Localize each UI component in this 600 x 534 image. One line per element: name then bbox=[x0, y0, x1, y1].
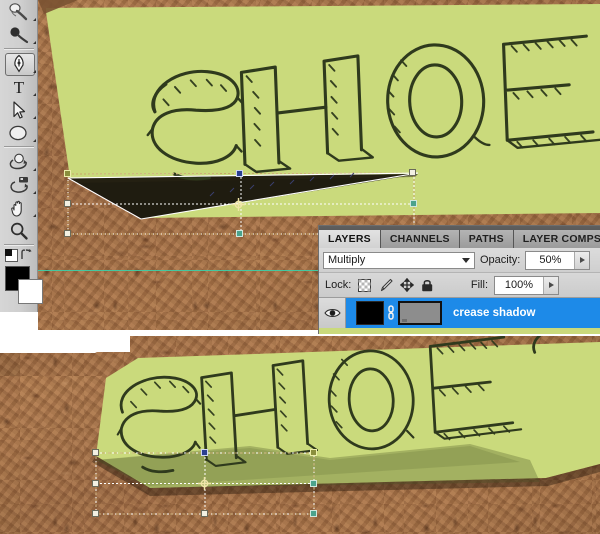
tool-3d-rotate-camera[interactable] bbox=[0, 173, 38, 196]
tool-flyout-triangle[interactable] bbox=[30, 214, 36, 217]
transform-corner-handle[interactable] bbox=[64, 230, 71, 237]
lock-label: Lock: bbox=[325, 279, 352, 291]
lock-all-icon[interactable] bbox=[420, 278, 435, 293]
tool-pen[interactable] bbox=[0, 52, 38, 76]
tool-flyout-triangle[interactable] bbox=[30, 139, 36, 142]
color-swatches[interactable] bbox=[0, 264, 43, 310]
lock-row[interactable]: Lock: Fill: 100% bbox=[319, 273, 600, 298]
transform-corner-handle[interactable] bbox=[64, 170, 71, 177]
tool-flyout-triangle[interactable] bbox=[30, 93, 36, 96]
transform-corner-handle[interactable] bbox=[310, 449, 317, 456]
tab-layer-comps[interactable]: LAYER COMPS bbox=[513, 230, 600, 248]
photoshop-screenshot: T LAYERS CHANNELS PATHS LAYER COMPS Mult… bbox=[0, 0, 600, 534]
transform-reference-point[interactable] bbox=[198, 477, 211, 490]
layer-visibility-toggle[interactable] bbox=[319, 298, 346, 328]
layers-panel[interactable]: LAYERS CHANNELS PATHS LAYER COMPS Multip… bbox=[318, 225, 600, 334]
lock-image-pixels-icon[interactable] bbox=[378, 278, 393, 293]
blend-mode-row[interactable]: Multiply Opacity: 50% bbox=[319, 248, 600, 273]
layer-name[interactable]: crease shadow bbox=[453, 307, 535, 319]
tool-type[interactable]: T bbox=[0, 75, 38, 98]
tool-flyout-triangle[interactable] bbox=[30, 116, 36, 119]
blend-mode-value: Multiply bbox=[328, 254, 366, 266]
tools-panel[interactable]: T bbox=[0, 0, 43, 331]
fill-field[interactable]: 100% bbox=[494, 275, 559, 295]
tool-3d-object-rotate[interactable] bbox=[0, 150, 38, 173]
transform-edge-handle[interactable] bbox=[201, 449, 208, 456]
toolbar-divider bbox=[3, 48, 34, 50]
layer-mask-thumbnail[interactable] bbox=[398, 301, 442, 325]
tool-flyout-triangle[interactable] bbox=[30, 41, 36, 44]
swap-colors-icon[interactable] bbox=[20, 248, 33, 261]
transform-corner-handle[interactable] bbox=[92, 449, 99, 456]
link-icon[interactable] bbox=[384, 302, 398, 324]
lock-transparent-pixels-icon[interactable] bbox=[357, 278, 372, 293]
transform-box-bottom[interactable] bbox=[0, 336, 600, 534]
transform-edge-handle[interactable] bbox=[92, 480, 99, 487]
layers-panel-bottom-edge bbox=[319, 328, 600, 334]
tool-blur[interactable] bbox=[0, 23, 38, 46]
tool-hand[interactable] bbox=[0, 196, 38, 219]
transform-edge-handle[interactable] bbox=[236, 170, 243, 177]
color-mini-controls[interactable] bbox=[0, 248, 38, 264]
tab-channels[interactable]: CHANNELS bbox=[380, 230, 460, 248]
tool-dodge[interactable] bbox=[0, 0, 38, 23]
toolbar-divider bbox=[3, 146, 34, 148]
tool-zoom[interactable] bbox=[0, 219, 38, 242]
blend-mode-select[interactable]: Multiply bbox=[323, 251, 475, 269]
transform-corner-handle[interactable] bbox=[310, 510, 317, 517]
transform-edge-handle[interactable] bbox=[64, 200, 71, 207]
toolbar-divider bbox=[3, 244, 34, 246]
lock-position-icon[interactable] bbox=[399, 278, 414, 293]
default-colors-icon[interactable] bbox=[5, 249, 18, 262]
eye-icon bbox=[323, 309, 341, 317]
tool-flyout-triangle[interactable] bbox=[30, 18, 36, 21]
tool-flyout-triangle[interactable] bbox=[30, 70, 36, 73]
layer-thumbnail[interactable] bbox=[356, 301, 384, 325]
transform-corner-handle[interactable] bbox=[92, 510, 99, 517]
transform-reference-point[interactable] bbox=[232, 198, 245, 211]
tab-paths[interactable]: PATHS bbox=[459, 230, 514, 248]
transform-edge-handle[interactable] bbox=[310, 480, 317, 487]
background-color-swatch[interactable] bbox=[18, 279, 43, 304]
fill-slider-arrow-icon[interactable] bbox=[543, 276, 558, 294]
layer-row[interactable]: crease shadow bbox=[319, 298, 600, 334]
tab-layers[interactable]: LAYERS bbox=[319, 230, 381, 248]
fill-label: Fill: bbox=[470, 279, 488, 291]
transform-edge-handle[interactable] bbox=[201, 510, 208, 517]
panel-tab-strip[interactable]: LAYERS CHANNELS PATHS LAYER COMPS bbox=[319, 226, 600, 248]
tool-ellipse[interactable] bbox=[0, 121, 38, 144]
opacity-slider-arrow-icon[interactable] bbox=[574, 251, 590, 269]
opacity-field[interactable]: 50% bbox=[525, 250, 591, 270]
fill-value: 100% bbox=[504, 279, 534, 291]
toolbar-bottom-margin bbox=[0, 312, 38, 336]
opacity-value: 50% bbox=[539, 254, 562, 266]
chevron-down-icon bbox=[462, 257, 470, 263]
opacity-label: Opacity: bbox=[480, 254, 521, 266]
transform-edge-handle[interactable] bbox=[410, 200, 417, 207]
transform-corner-handle[interactable] bbox=[409, 169, 416, 176]
tool-path-selection[interactable] bbox=[0, 98, 38, 121]
canvas-bottom-view[interactable] bbox=[0, 336, 600, 534]
svg-text:T: T bbox=[14, 78, 25, 97]
transform-edge-handle[interactable] bbox=[236, 230, 243, 237]
